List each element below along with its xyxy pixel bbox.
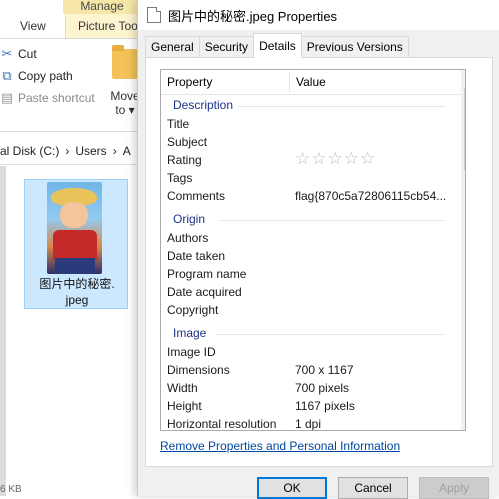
property-name: Rating [167,153,202,167]
property-name: Date taken [167,249,226,263]
group-label-description: Description [173,98,234,112]
property-name: Program name [167,267,247,281]
group-divider [219,220,445,221]
thumbnail-face [60,202,88,228]
copy-path-icon: ⧉ [2,68,12,83]
property-row-authors[interactable]: Authors [161,229,459,247]
property-name: Image ID [167,345,216,359]
breadcrumb-separator: › [112,144,117,158]
property-name: Authors [167,231,209,245]
property-name: Subject [167,135,208,149]
group-label-image: Image [173,326,207,340]
property-value[interactable]: flag{870c5a72806115cb54... [295,189,446,203]
breadcrumb-user[interactable]: A [123,144,131,158]
tab-general[interactable]: General [145,36,200,58]
breadcrumb-separator: › [65,144,70,158]
file-item-selected[interactable]: 图片中的秘密. jpeg [24,179,128,309]
ribbon-tab-view[interactable]: View [20,19,46,33]
property-name: Date acquired [167,285,242,299]
property-name: Title [167,117,190,131]
scissors-icon: ✂ [1,46,13,61]
remove-properties-link[interactable]: Remove Properties and Personal Informati… [160,439,400,453]
file-name-line2: jpeg [65,293,89,307]
property-name: Copyright [167,303,219,317]
property-row-program-name[interactable]: Program name [161,265,459,283]
property-name: Height [167,399,202,413]
breadcrumb-drive[interactable]: al Disk (C:) [0,144,59,158]
group-divider [217,334,445,335]
file-name-line1: 图片中的秘密. [39,277,115,291]
property-row-title[interactable]: Title [161,115,459,133]
property-name: Dimensions [167,363,230,377]
group-image: Image [161,325,459,343]
property-name: Horizontal resolution [167,417,277,431]
property-list-header: Property Value [161,70,461,95]
ribbon-context-tab-manage[interactable]: Manage [63,0,141,14]
cut-label: Cut [18,47,37,61]
details-panel: Property Value Description Title Subject… [145,57,493,467]
thumbnail-pants [55,258,95,274]
navigation-pane-edge [0,166,6,496]
address-bar[interactable]: al Disk (C:) › Users › A [0,138,140,165]
tab-details[interactable]: Details [253,33,302,58]
property-name: Width [167,381,198,395]
property-row-width[interactable]: Width 700 pixels [161,379,459,397]
property-row-date-taken[interactable]: Date taken [161,247,459,265]
property-row-date-acquired[interactable]: Date acquired [161,283,459,301]
property-row-image-id[interactable]: Image ID [161,343,459,361]
ribbon-panel: ✂ Cut ⧉ Copy path ▤ Paste shortcut Move … [0,38,142,132]
property-value[interactable]: 1 dpi [295,417,321,430]
ribbon-tab-row: View Picture Tools [0,14,140,38]
property-list[interactable]: Property Value Description Title Subject… [160,69,466,431]
property-row-tags[interactable]: Tags [161,169,459,187]
rating-stars[interactable]: ☆☆☆☆☆ [295,149,376,169]
properties-tabs: General Security Details Previous Versio… [145,33,409,58]
group-description: Description [161,97,459,115]
paste-shortcut-label: Paste shortcut [18,91,95,105]
tab-security[interactable]: Security [198,36,255,58]
file-explorer-window: Manage View Picture Tools ✂ Cut ⧉ Copy p… [0,0,142,496]
file-list-area: 图片中的秘密. jpeg [0,166,140,496]
property-value[interactable]: 700 x 1167 [295,363,354,377]
copy-path-label: Copy path [18,69,73,83]
file-name-label: 图片中的秘密. jpeg [25,276,129,308]
paste-shortcut-icon: ▤ [0,90,14,105]
document-icon [147,7,161,23]
group-origin: Origin [161,211,459,229]
property-row-rating[interactable]: Rating ☆☆☆☆☆ [161,149,459,169]
property-row-copyright[interactable]: Copyright [161,301,459,319]
column-header-property[interactable]: Property [161,70,289,94]
property-row-horizontal-resolution[interactable]: Horizontal resolution 1 dpi [161,415,459,431]
image-thumbnail [47,182,102,274]
property-row-dimensions[interactable]: Dimensions 700 x 1167 [161,361,459,379]
tab-previous-versions[interactable]: Previous Versions [300,36,409,58]
property-list-scrollbar[interactable]: ▲ ▼ [461,70,466,430]
group-label-origin: Origin [173,212,206,226]
paste-shortcut-button[interactable]: ▤ Paste shortcut [0,89,95,107]
copy-path-button[interactable]: ⧉ Copy path [0,67,73,85]
status-bar-text: 6 KB [0,484,22,495]
ribbon-tab-picture-tools[interactable]: Picture Tools [65,14,140,38]
scroll-up-arrow-icon[interactable]: ▲ [461,70,466,87]
breadcrumb-users[interactable]: Users [75,144,106,158]
cut-button[interactable]: ✂ Cut [0,45,37,63]
thumbnail-shirt [53,230,97,260]
group-divider [237,106,445,107]
property-value[interactable]: 1167 pixels [295,399,355,413]
column-header-value[interactable]: Value [290,70,456,94]
properties-dialog: 图片中的秘密.jpeg Properties General Security … [137,0,499,499]
property-name: Comments [167,189,226,203]
scrollbar-thumb[interactable] [464,88,465,170]
scroll-down-arrow-icon[interactable]: ▼ [461,413,466,430]
dialog-title-bar[interactable]: 图片中的秘密.jpeg Properties [138,0,499,30]
property-row-height[interactable]: Height 1167 pixels [161,397,459,415]
property-name: Tags [167,171,193,185]
property-value[interactable]: 700 pixels [295,381,349,395]
dialog-title: 图片中的秘密.jpeg Properties [168,9,338,24]
property-row-comments[interactable]: Comments flag{870c5a72806115cb54... [161,187,459,205]
